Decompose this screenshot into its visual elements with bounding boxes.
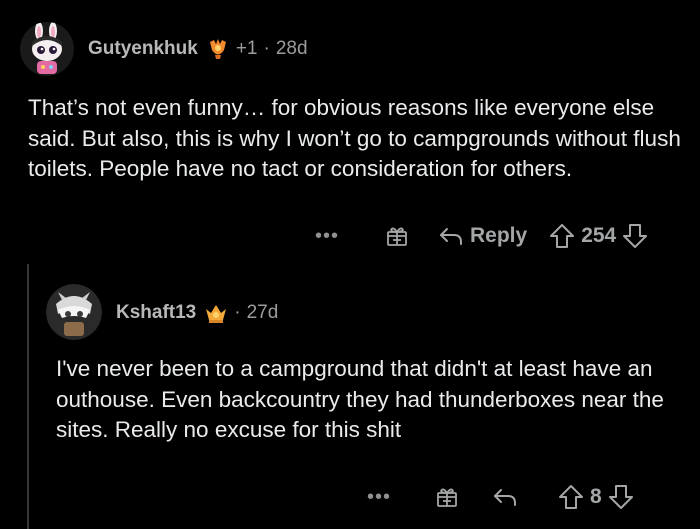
timestamp: 28d xyxy=(275,38,308,59)
comment-body: I've never been to a campground that did… xyxy=(56,356,664,442)
separator-dot: · xyxy=(263,38,270,59)
comment-body: That’s not even funny… for obvious reaso… xyxy=(28,95,681,181)
snoo-avatar-icon xyxy=(20,22,74,76)
comment-meta: Kshaft13 · 27d xyxy=(116,301,278,325)
username[interactable]: Kshaft13 xyxy=(116,302,196,324)
upvote-icon[interactable] xyxy=(549,222,575,250)
trophy-flair-icon xyxy=(206,37,230,61)
crown-flair-icon xyxy=(204,301,228,325)
comment-meta: Gutyenkhuk +1 · 28d xyxy=(88,37,308,61)
snoo-avatar-icon xyxy=(46,284,102,340)
avatar[interactable] xyxy=(46,284,102,340)
upvote-icon[interactable] xyxy=(558,483,584,511)
reply-icon[interactable] xyxy=(492,485,518,509)
avatar[interactable] xyxy=(20,22,74,76)
comment: Gutyenkhuk +1 · 28d That’s not even funn… xyxy=(0,0,700,260)
reply-icon[interactable] xyxy=(438,224,464,248)
comment-actions: ••• Reply 254 xyxy=(312,220,648,252)
more-options-button[interactable]: ••• xyxy=(312,225,342,248)
downvote-icon[interactable] xyxy=(622,222,648,250)
vote-score: 254 xyxy=(581,224,617,247)
more-options-button[interactable]: ••• xyxy=(364,486,394,509)
downvote-icon[interactable] xyxy=(608,483,634,511)
username[interactable]: Gutyenkhuk xyxy=(88,38,198,60)
gift-icon[interactable] xyxy=(434,484,460,510)
vote-score: 8 xyxy=(590,485,602,508)
reply-button[interactable]: Reply xyxy=(470,224,527,248)
gift-icon[interactable] xyxy=(384,223,410,249)
comment-actions: ••• 8 xyxy=(364,481,634,513)
comment-reply: Kshaft13 · 27d I've never been to a camp… xyxy=(0,262,700,529)
award-count: +1 xyxy=(235,38,258,59)
separator-dot: · xyxy=(234,302,241,323)
timestamp: 27d xyxy=(246,302,279,323)
